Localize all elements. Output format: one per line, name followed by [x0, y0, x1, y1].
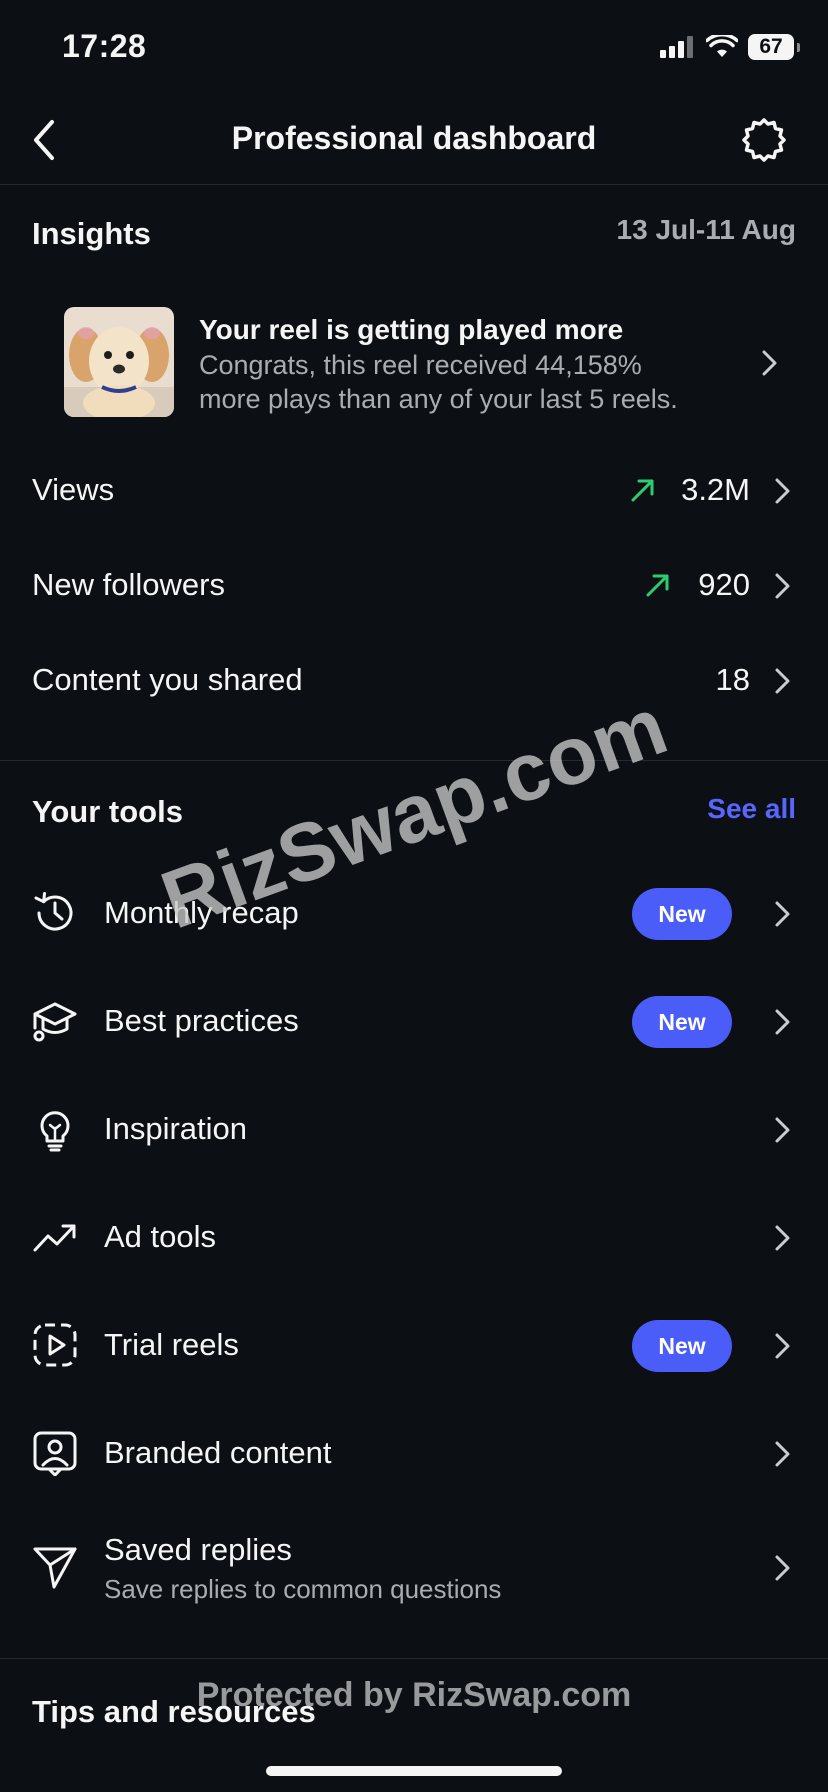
date-range[interactable]: 13 Jul-11 Aug — [617, 214, 796, 246]
content-shared-label: Content you shared — [32, 662, 303, 697]
trend-up-icon — [646, 574, 669, 597]
new-followers-label: New followers — [32, 567, 225, 602]
trial-reels-label: Trial reels — [104, 1327, 239, 1362]
battery-indicator: 67 — [748, 34, 800, 60]
new-badge: New — [632, 1320, 732, 1372]
chevron-right-icon — [775, 1117, 790, 1143]
saved-replies-label: Saved replies — [104, 1532, 292, 1567]
new-badge: New — [632, 888, 732, 940]
chevron-right-icon — [775, 1555, 790, 1581]
person-badge-icon — [33, 1431, 77, 1476]
inspiration-label: Inspiration — [104, 1111, 248, 1146]
chevron-right-icon — [775, 573, 790, 599]
gear-icon — [742, 118, 786, 162]
history-icon — [34, 892, 73, 931]
chevron-right-icon — [775, 1441, 790, 1467]
tools-title: Your tools — [32, 794, 183, 829]
saved-replies-subtitle: Save replies to common questions — [104, 1574, 502, 1604]
home-indicator[interactable] — [266, 1766, 562, 1776]
content-shared-value: 18 — [715, 662, 750, 697]
reel-thumbnail — [64, 307, 174, 417]
settings-button[interactable] — [740, 116, 788, 164]
reel-highlight-chevron — [755, 349, 783, 377]
chevron-right-icon — [775, 668, 790, 694]
header-divider — [0, 184, 828, 185]
see-all-link[interactable]: See all — [707, 793, 796, 825]
watermark-footer: Protected by RizSwap.com — [196, 1676, 632, 1714]
insights-title: Insights — [32, 216, 151, 251]
trending-up-icon — [33, 1224, 76, 1252]
chevron-right-icon — [775, 478, 790, 504]
graduation-cap-icon — [33, 1002, 77, 1042]
wifi-icon — [706, 35, 738, 57]
new-followers-value: 920 — [698, 567, 750, 602]
reel-highlight-title: Your reel is getting played more — [199, 314, 624, 345]
lightbulb-icon — [40, 1111, 70, 1152]
page-title: Professional dashboard — [231, 120, 597, 156]
signal-icon — [660, 36, 693, 58]
section-divider — [0, 1658, 828, 1659]
ad-tools-label: Ad tools — [104, 1219, 217, 1254]
chevron-right-icon — [775, 1333, 790, 1359]
reel-play-icon — [33, 1323, 77, 1367]
send-icon — [33, 1547, 77, 1589]
chevron-right-icon — [762, 350, 777, 376]
reel-highlight-subtitle-line2: more plays than any of your last 5 reels… — [199, 384, 678, 414]
status-time: 17:28 — [62, 28, 147, 64]
chevron-right-icon — [775, 901, 790, 927]
chevron-right-icon — [775, 1009, 790, 1035]
new-badge: New — [632, 996, 732, 1048]
branded-content-label: Branded content — [104, 1435, 332, 1470]
trend-up-icon — [631, 479, 654, 502]
section-divider — [0, 760, 828, 761]
status-icons: 67 — [660, 34, 800, 60]
views-value: 3.2M — [681, 472, 750, 507]
reel-highlight-subtitle-line1: Congrats, this reel received 44,158% — [199, 350, 642, 380]
views-label: Views — [32, 472, 115, 507]
chevron-right-icon — [775, 1225, 790, 1251]
reel-highlight-subtitle: Congrats, this reel received 44,158% mor… — [199, 348, 739, 416]
best-practices-label: Best practices — [104, 1003, 299, 1038]
